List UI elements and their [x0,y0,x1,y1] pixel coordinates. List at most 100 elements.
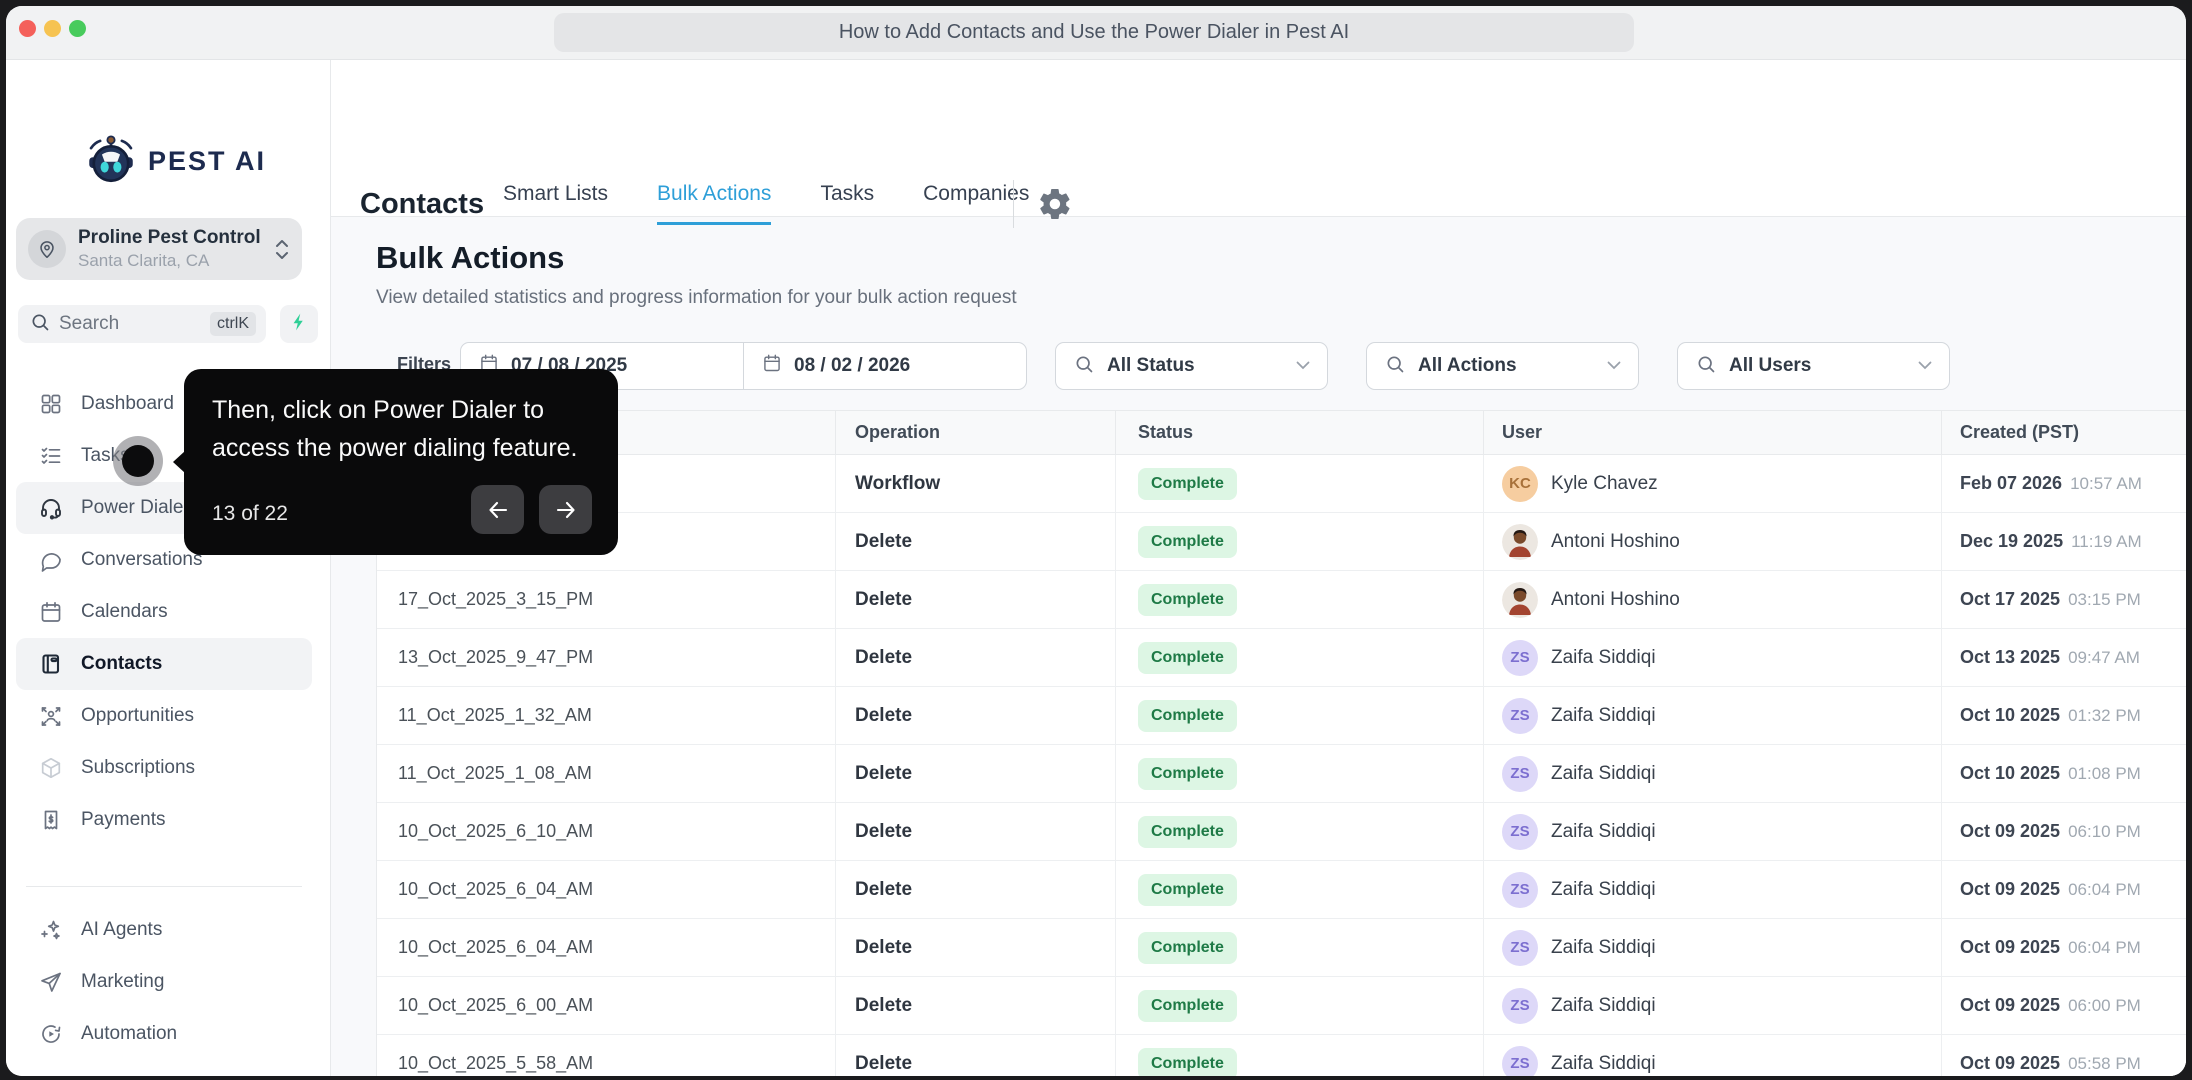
table-row[interactable]: Delete Complete Antoni Hoshino Dec 19 20… [377,513,2186,571]
bulk-action-name: 17_Oct_2025_3_15_PM [398,589,594,609]
bulk-action-name: 10_Oct_2025_6_10_AM [398,821,594,841]
sidebar-item-automation[interactable]: Automation [16,1008,312,1060]
search-icon [1074,354,1094,379]
tab-tasks[interactable]: Tasks [820,182,874,225]
status-cell: Complete [1115,571,1483,628]
chevron-down-icon [1295,357,1311,375]
tab-smart-lists[interactable]: Smart Lists [503,182,608,225]
user-cell: ZS Zaifa Siddiqi [1483,919,1941,976]
tab-bulk-actions[interactable]: Bulk Actions [657,182,772,225]
brand-name: PEST AI [148,146,267,176]
settings-gear-icon[interactable] [1037,186,1073,222]
sidebar-item-label: Contacts [81,653,163,674]
table-row[interactable]: 10_Oct_2025_6_04_AM Delete Complete ZS Z… [377,861,2186,919]
operation-cell: Delete [835,571,1115,628]
created-date: Oct 17 2025 [1960,589,2061,609]
user-name: Kyle Chavez [1551,472,1658,494]
sidebar-item-label: Opportunities [81,705,195,726]
minimize-window-button[interactable] [44,20,61,37]
sidebar-item-label: Dashboard [81,393,174,414]
bulk-action-name: 10_Oct_2025_6_04_AM [398,879,594,899]
table-row[interactable]: 10_Oct_2025_6_10_AM Delete Complete ZS Z… [377,803,2186,861]
status-cell: Complete [1115,1035,1483,1076]
avatar-initials: ZS [1502,871,1538,908]
sidebar-item-calendars[interactable]: Calendars [16,586,312,638]
cube-icon [38,755,64,781]
table-row[interactable]: 10_Oct_2025_6_04_AM Delete Complete ZS Z… [377,919,2186,977]
user-cell: ZS Zaifa Siddiqi [1483,745,1941,802]
bulk-action-name: 11_Oct_2025_1_08_AM [398,763,592,783]
user-name: Antoni Hoshino [1551,530,1680,552]
status-badge: Complete [1138,757,1237,790]
lightning-bolt-icon [289,312,309,337]
sidebar-item-opportunities[interactable]: Opportunities [16,690,312,742]
sidebar-item-label: Marketing [81,971,165,992]
calendar-icon [762,353,782,379]
quick-actions-button[interactable] [280,305,318,343]
maximize-window-button[interactable] [69,20,86,37]
tasks-icon [38,443,64,469]
table-row[interactable]: 10_Oct_2025_5_58_AM Delete Complete ZS Z… [377,1035,2186,1076]
calendar-icon [38,599,64,625]
dropdown-value: All Actions [1418,355,1517,376]
user-cell: Antoni Hoshino [1483,513,1941,570]
avatar-initials: KC [1502,465,1538,502]
company-selector[interactable]: Proline Pest Control Santa Clarita, CA [16,218,302,280]
operation-cell: Delete [835,861,1115,918]
date-to-input[interactable]: 08 / 02 / 2026 [743,343,1026,389]
headset-icon [38,495,64,521]
sidebar-item-contacts[interactable]: Contacts [16,638,312,690]
actions-filter-dropdown[interactable]: All Actions [1366,342,1639,390]
created-date: Oct 09 2025 [1960,879,2061,899]
tour-next-button[interactable] [539,485,592,534]
created-date: Feb 07 2026 [1960,473,2063,493]
status-badge: Complete [1138,989,1237,1022]
created-time: 06:04 PM [2068,879,2141,899]
table-row[interactable]: 11_Oct_2025_1_32_AM Delete Complete ZS Z… [377,687,2186,745]
dropdown-value: All Users [1729,355,1812,376]
user-name: Zaifa Siddiqi [1551,704,1656,726]
page-title: Contacts [360,188,485,220]
avatar-initials: ZS [1502,639,1538,676]
status-filter-dropdown[interactable]: All Status [1055,342,1328,390]
status-badge: Complete [1138,525,1237,558]
created-cell: Oct 10 2025 01:08 PM [1941,745,2186,802]
created-date: Oct 09 2025 [1960,1053,2061,1073]
sidebar-item-payments[interactable]: Payments [16,794,312,846]
user-cell: ZS Zaifa Siddiqi [1483,1035,1941,1076]
sidebar-item-marketing[interactable]: Marketing [16,956,312,1008]
close-window-button[interactable] [19,20,36,37]
table-row[interactable]: 13_Oct_2025_9_47_PM Delete Complete ZS Z… [377,629,2186,687]
sidebar-item-subscriptions[interactable]: Subscriptions [16,742,312,794]
app-window: How to Add Contacts and Use the Power Di… [6,6,2186,1076]
user-name: Antoni Hoshino [1551,588,1680,610]
created-cell: Oct 17 2025 03:15 PM [1941,571,2186,628]
status-cell: Complete [1115,861,1483,918]
table-row[interactable]: Workflow Complete KC Kyle Chavez Feb 07 … [377,455,2186,513]
sidebar-item-sites[interactable]: Sites [16,1060,312,1076]
section-title: Bulk Actions [376,240,565,275]
table-row[interactable]: 17_Oct_2025_3_15_PM Delete Complete Anto… [377,571,2186,629]
created-time: 01:32 PM [2068,705,2141,725]
avatar-photo [1502,523,1538,560]
user-name: Zaifa Siddiqi [1551,936,1656,958]
created-date: Dec 19 2025 [1960,531,2064,551]
chevron-down-icon [1917,357,1933,375]
tour-previous-button[interactable] [471,485,524,534]
robot-logo-icon [82,130,140,193]
opportunities-icon [38,703,64,729]
users-filter-dropdown[interactable]: All Users [1677,342,1950,390]
created-time: 09:47 AM [2068,647,2140,667]
search-shortcut-badge: ctrlK [210,312,256,336]
created-time: 11:19 AM [2071,531,2142,551]
browser-globe-icon [38,1073,64,1076]
avatar-initials: ZS [1502,987,1538,1024]
sidebar-item-ai-agents[interactable]: AI Agents [16,904,312,956]
sparkles-icon [38,917,64,943]
search-input[interactable]: Search ctrlK [18,305,266,343]
table-header: Operation Status User Created (PST) [377,411,2186,455]
column-header-user: User [1483,411,1941,454]
table-row[interactable]: 10_Oct_2025_6_00_AM Delete Complete ZS Z… [377,977,2186,1035]
table-row[interactable]: 11_Oct_2025_1_08_AM Delete Complete ZS Z… [377,745,2186,803]
bulk-action-name: 10_Oct_2025_6_00_AM [398,995,594,1015]
